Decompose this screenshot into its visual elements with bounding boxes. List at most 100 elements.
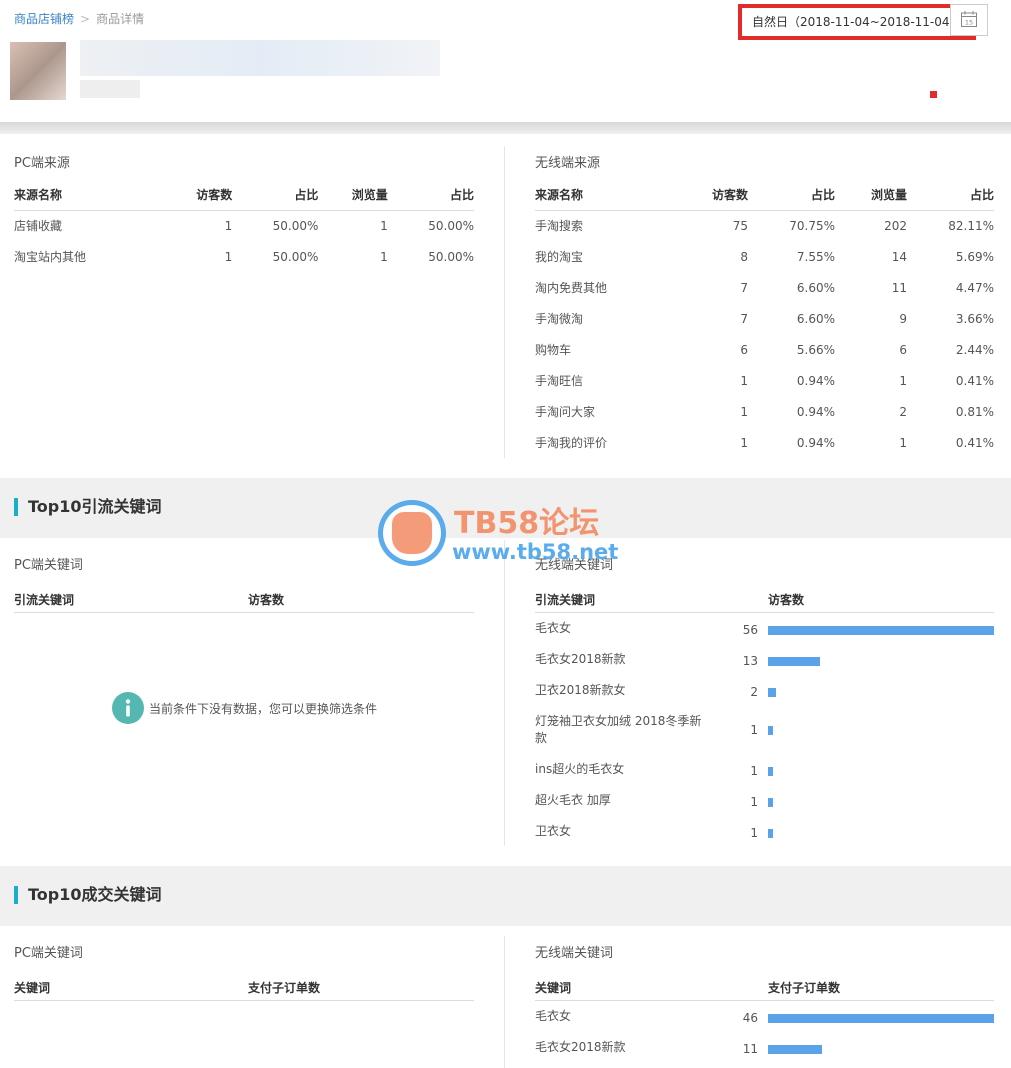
keyword-bar [768,1045,822,1054]
ratio-cell: 6.60% [796,280,835,295]
product-subtitle-blurred [80,80,140,98]
source-name-cell: 手淘问大家 [535,405,596,419]
product-title-blurred [80,40,440,76]
col-ratio: 占比 [907,180,994,211]
column-divider [504,540,505,846]
breadcrumb: 商品店铺榜 > 商品详情 [14,10,144,27]
source-name-cell: 淘宝站内其他 [14,250,87,264]
pageviews-cell: 1 [899,373,907,388]
keyword-name[interactable]: 毛衣女2018新款 [535,651,705,668]
keyword-row: 超火毛衣 加厚 1 [535,792,994,822]
breadcrumb-separator: > [80,12,91,26]
mobile-source-title: 无线端来源 [535,156,601,171]
column-divider [504,146,505,458]
keyword-bar [768,767,773,776]
keyword-value: 1 [750,826,758,840]
col-keyword: 引流关键词 [14,593,75,607]
ratio-cell: 0.41% [955,435,994,450]
keyword-value: 1 [750,795,758,809]
keyword-row: ins超火的毛衣女 1 [535,761,994,791]
col-pageviews: 浏览量 [318,180,388,211]
page-header: 商品店铺榜 > 商品详情 自然日（2018-11-04~2018-11-04） 15 [0,0,1011,122]
keyword-row: 卫衣女 1 [535,823,994,853]
breadcrumb-link-shop-rank[interactable]: 商品店铺榜 [14,12,74,26]
ratio-cell: 4.47% [955,280,994,295]
table-row: 淘宝站内其他 1 50.00% 1 50.00% [14,241,474,272]
keyword-value: 1 [750,723,758,737]
col-keyword: 关键词 [14,981,51,995]
ratio-cell: 0.94% [796,404,835,419]
visitors-cell: 1 [740,404,748,419]
table-row: 购物车 6 5.66% 6 2.44% [535,334,994,365]
keyword-name[interactable]: 毛衣女 [535,1008,705,1025]
empty-state: 当前条件下没有数据，您可以更换筛选条件 [112,692,377,724]
notification-dot [930,91,937,98]
keyword-name[interactable]: 卫衣2018新款女 [535,682,705,699]
ratio-cell: 50.00% [272,249,319,264]
visitors-cell: 1 [224,249,233,264]
section-title: Top10引流关键词 [14,498,162,516]
pageviews-cell: 202 [884,218,907,233]
source-name-cell: 手淘微淘 [535,312,584,326]
source-name-cell: 店铺收藏 [14,219,63,234]
col-keyword: 关键词 [535,981,572,995]
keyword-bar [768,626,994,635]
keyword-value: 1 [750,764,758,778]
source-name-cell: 购物车 [535,343,572,357]
table-row: 手淘我的评价 1 0.94% 1 0.41% [535,427,994,458]
pc-source-title: PC端来源 [14,156,70,171]
keyword-name[interactable]: 灯笼袖卫衣女加绒 2018冬季新款 [535,713,705,747]
keyword-value: 13 [742,654,758,668]
pc-keywords-title: PC端关键词 [14,558,83,573]
ratio-cell: 0.41% [955,373,994,388]
keyword-row: 毛衣女 56 [535,620,994,650]
visitors-cell: 1 [224,218,233,233]
source-name-cell: 淘内免费其他 [535,281,608,295]
keyword-name[interactable]: ins超火的毛衣女 [535,761,705,778]
keyword-value: 2 [750,685,758,699]
keyword-bar [768,657,820,666]
table-row: 手淘问大家 1 0.94% 2 0.81% [535,396,994,427]
keyword-name[interactable]: 毛衣女 [535,620,705,637]
pageviews-cell: 1 [899,435,907,450]
table-row: 手淘搜索 75 70.75% 202 82.11% [535,210,994,241]
keyword-name[interactable]: 超火毛衣 加厚 [535,792,705,809]
col-ratio: 占比 [387,180,474,211]
section-title: Top10成交关键词 [14,886,162,904]
keyword-bar [768,798,773,807]
breadcrumb-current: 商品详情 [96,12,145,26]
keyword-bar [768,688,776,697]
visitors-cell: 6 [740,342,748,357]
mobile-keywords-header: 引流关键词 访客数 [535,583,994,613]
table-row: 我的淘宝 8 7.55% 14 5.69% [535,241,994,272]
column-divider [504,936,505,1068]
pageviews-cell: 1 [380,218,388,233]
keyword-name[interactable]: 毛衣女2018新款 [535,1039,705,1056]
date-range-picker[interactable]: 自然日（2018-11-04~2018-11-04） 15 [738,4,988,40]
col-ratio: 占比 [232,180,319,211]
col-source-name: 来源名称 [535,180,675,211]
ratio-cell: 82.11% [948,218,994,233]
pageviews-cell: 14 [891,249,907,264]
table-header-row: 来源名称 访客数 占比 浏览量 占比 [535,180,994,211]
product-thumbnail[interactable] [10,42,66,100]
source-name-cell: 手淘旺信 [535,374,584,388]
table-header-row: 来源名称 访客数 占比 浏览量 占比 [14,180,474,211]
calendar-button[interactable]: 15 [950,4,988,36]
ratio-cell: 0.94% [796,373,835,388]
table-row: 手淘微淘 7 6.60% 9 3.66% [535,303,994,334]
source-name-cell: 手淘搜索 [535,219,584,234]
keyword-bar [768,726,773,735]
ratio-cell: 50.00% [428,218,474,233]
pageviews-cell: 9 [899,311,907,326]
date-range-label[interactable]: 自然日（2018-11-04~2018-11-04） [738,4,976,40]
col-paid-orders: 支付子订单数 [768,981,841,995]
ratio-cell: 2.44% [955,342,994,357]
col-keyword: 引流关键词 [535,593,596,607]
keyword-row: 灯笼袖卫衣女加绒 2018冬季新款 1 [535,713,994,745]
pc-deal-keywords-title: PC端关键词 [14,946,83,961]
empty-state-message: 当前条件下没有数据，您可以更换筛选条件 [149,701,378,716]
keyword-name[interactable]: 卫衣女 [535,823,705,840]
mobile-keywords-title: 无线端关键词 [535,558,614,573]
col-pageviews: 浏览量 [835,180,907,211]
